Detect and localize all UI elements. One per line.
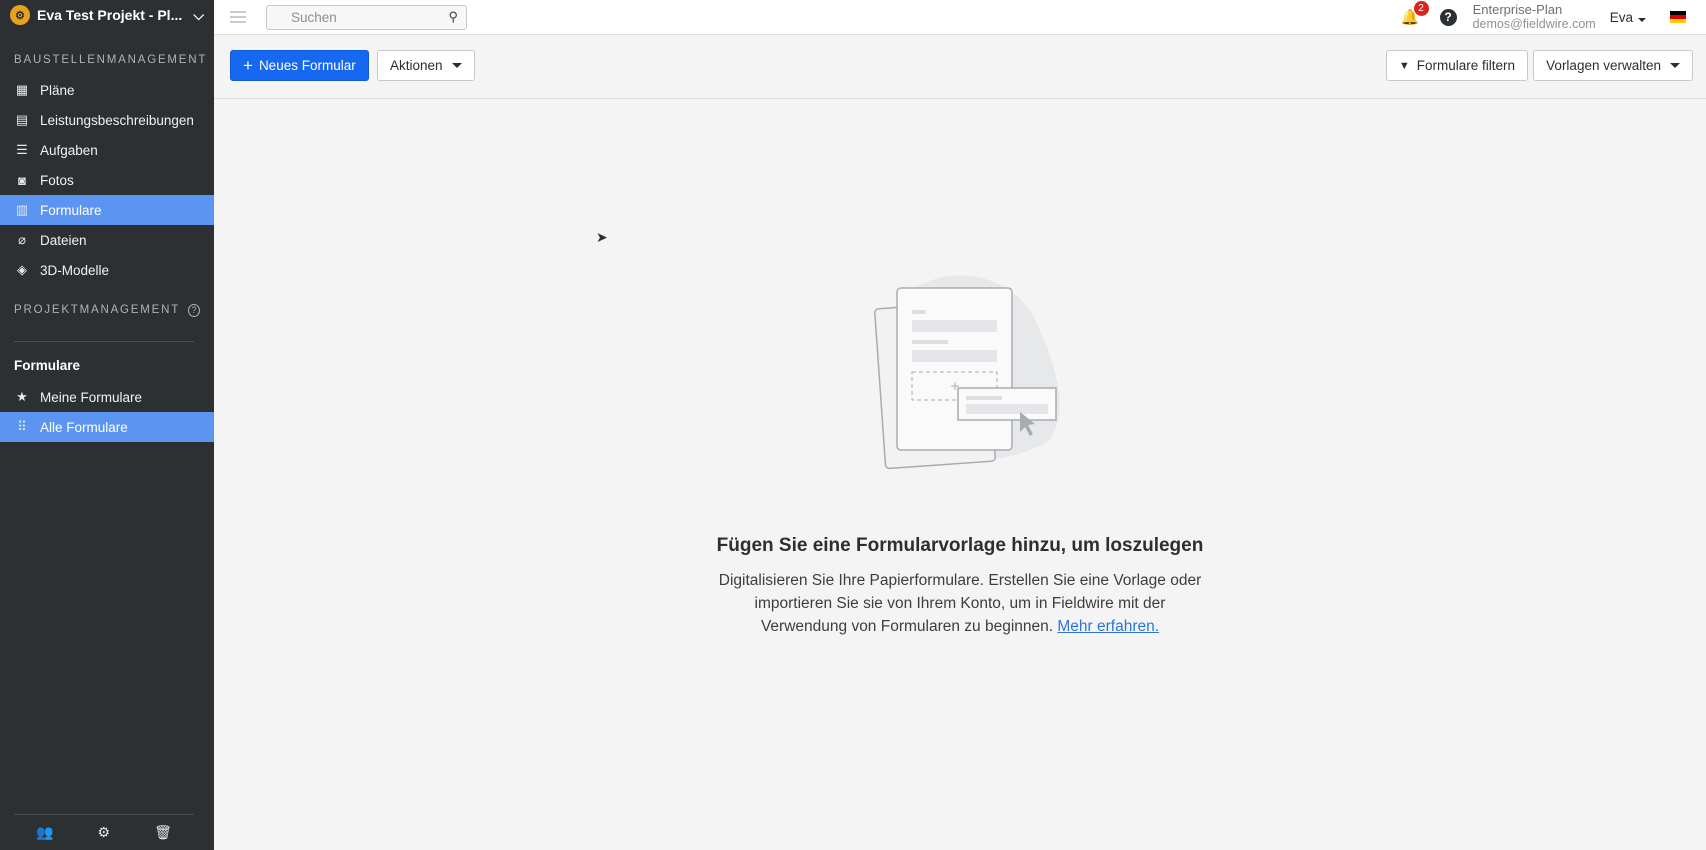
sidebar-item-label: Fotos <box>40 172 74 188</box>
actions-dropdown[interactable]: Aktionen <box>377 50 475 81</box>
sidebar-item-label: Formulare <box>40 202 102 218</box>
sidebar-item-files[interactable]: ⌀ Dateien <box>0 225 214 255</box>
sidebar-item-label: Dateien <box>40 232 87 248</box>
caret-down-icon <box>1670 63 1680 68</box>
plans-icon: ▦ <box>15 82 29 97</box>
search-placeholder: Suchen <box>291 9 337 25</box>
trash-icon[interactable]: 🗑 <box>154 824 172 841</box>
hamburger-menu-icon[interactable] <box>230 11 246 23</box>
sidebar-item-photos[interactable]: ◙ Fotos <box>0 165 214 195</box>
bell-icon[interactable]: 🔔 2 <box>1401 1 1429 26</box>
filter-label: Formulare filtern <box>1416 58 1515 73</box>
mouse-cursor-icon: ➤ <box>596 229 608 245</box>
forms-subheading: Formulare <box>14 357 81 373</box>
plan-label: Enterprise-Plan <box>1472 2 1563 17</box>
notification-badge: 2 <box>1413 1 1429 16</box>
top-bar: Suchen ⚲ 🔔 2 ? Enterprise-Plan demos@fiel… <box>214 0 1706 35</box>
sidebar-item-3d-models[interactable]: ◈ 3D-Modelle <box>0 255 214 285</box>
empty-state-description: Digitalisieren Sie Ihre Papierformulare.… <box>710 569 1210 638</box>
actions-label: Aktionen <box>390 58 443 73</box>
grid-icon: ⠿ <box>17 419 27 434</box>
sidebar-item-tasks[interactable]: ☰ Aufgaben <box>0 135 214 165</box>
gear-icon[interactable]: ⚙ <box>98 824 111 841</box>
sidebar-item-label: Meine Formulare <box>40 389 143 405</box>
new-form-button[interactable]: + Neues Formular <box>230 50 369 81</box>
cube-icon: ◈ <box>17 262 27 277</box>
section-heading-site-management: BAUSTELLENMANAGEMENT <box>14 54 208 66</box>
sidebar-item-label: Aufgaben <box>40 142 98 158</box>
account-info: Enterprise-Plan demos@fieldwire.com <box>1472 2 1596 32</box>
sidebar-item-forms[interactable]: ▥ Formulare <box>0 195 214 225</box>
templates-label: Vorlagen verwalten <box>1546 58 1661 73</box>
search-icon[interactable]: ⚲ <box>448 9 458 25</box>
camera-icon: ◙ <box>18 172 26 188</box>
section-heading-project-management: PROJEKTMANAGEMENT ? <box>0 299 214 321</box>
caret-down-icon <box>451 63 462 68</box>
specs-icon: ▤ <box>15 112 29 127</box>
empty-state-heading: Fügen Sie eine Formularvorlage hinzu, um… <box>716 535 1204 556</box>
users-icon[interactable]: 👥 <box>36 824 53 841</box>
plus-icon: + <box>243 56 253 75</box>
project-title: Eva Test Projekt - Pl... <box>37 7 183 23</box>
sidebar-footer: 👥 ⚙ 🗑 <box>14 814 194 850</box>
search-input[interactable]: Suchen ⚲ <box>266 4 467 30</box>
user-name: Eva <box>1609 9 1633 25</box>
question-circle-icon[interactable]: ? <box>188 303 200 317</box>
german-flag-icon[interactable] <box>1670 11 1686 23</box>
learn-more-link[interactable]: Mehr erfahren. <box>1057 618 1159 635</box>
sidebar-item-my-forms[interactable]: ★ Meine Formulare <box>0 382 214 412</box>
account-email: demos@fieldwire.com <box>1472 17 1596 31</box>
sidebar-item-all-forms[interactable]: ⠿ Alle Formulare <box>0 412 214 442</box>
tasks-icon: ☰ <box>16 142 28 157</box>
filter-icon: ▼ <box>1398 59 1410 72</box>
user-menu[interactable]: Eva <box>1610 10 1646 25</box>
help-icon[interactable]: ? <box>1439 8 1457 26</box>
sidebar-item-label: Leistungsbeschreibungen <box>40 112 194 128</box>
project-logo-icon: ⚙ <box>10 5 30 25</box>
toolbar: + Neues Formular Aktionen ▼ Formulare fi… <box>214 35 1706 99</box>
filter-forms-button[interactable]: ▼ Formulare filtern <box>1385 50 1528 81</box>
empty-forms-illustration-icon: + <box>874 275 1060 470</box>
sidebar-item-specs[interactable]: ▤ Leistungsbeschreibungen <box>0 105 214 135</box>
paperclip-icon: ⌀ <box>18 232 26 247</box>
chevron-down-icon: ⌵ <box>193 6 204 23</box>
project-selector[interactable]: ⚙ Eva Test Projekt - Pl... ⌵ <box>0 0 214 30</box>
sidebar: ⚙ Eva Test Projekt - Pl... ⌵ BAUSTELLENM… <box>0 0 214 850</box>
new-form-label: Neues Formular <box>258 58 356 73</box>
section-heading-label: PROJEKTMANAGEMENT <box>14 304 181 316</box>
star-icon: ★ <box>16 389 28 404</box>
sidebar-item-label: Pläne <box>40 82 75 98</box>
empty-state: + Fügen Sie eine Formularvorlage hinzu, … <box>214 260 1706 638</box>
sidebar-item-label: Alle Formulare <box>40 419 128 435</box>
clipboard-icon: ▥ <box>15 202 29 217</box>
manage-templates-dropdown[interactable]: Vorlagen verwalten <box>1533 50 1693 81</box>
sidebar-item-plans[interactable]: ▦ Pläne <box>0 75 214 105</box>
caret-down-icon <box>1638 17 1646 22</box>
sidebar-item-label: 3D-Modelle <box>40 262 110 278</box>
